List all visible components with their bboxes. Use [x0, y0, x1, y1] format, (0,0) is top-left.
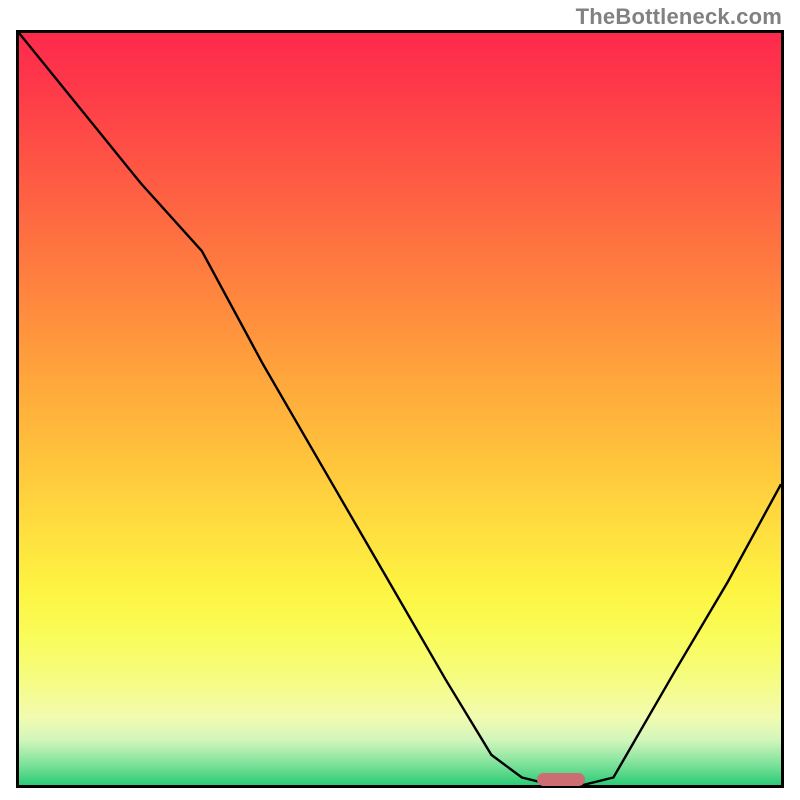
curve-path	[19, 33, 781, 785]
watermark-text: TheBottleneck.com	[576, 4, 782, 30]
chart-curve	[19, 33, 781, 785]
chart-min-marker	[537, 773, 585, 786]
chart-frame	[16, 30, 784, 788]
